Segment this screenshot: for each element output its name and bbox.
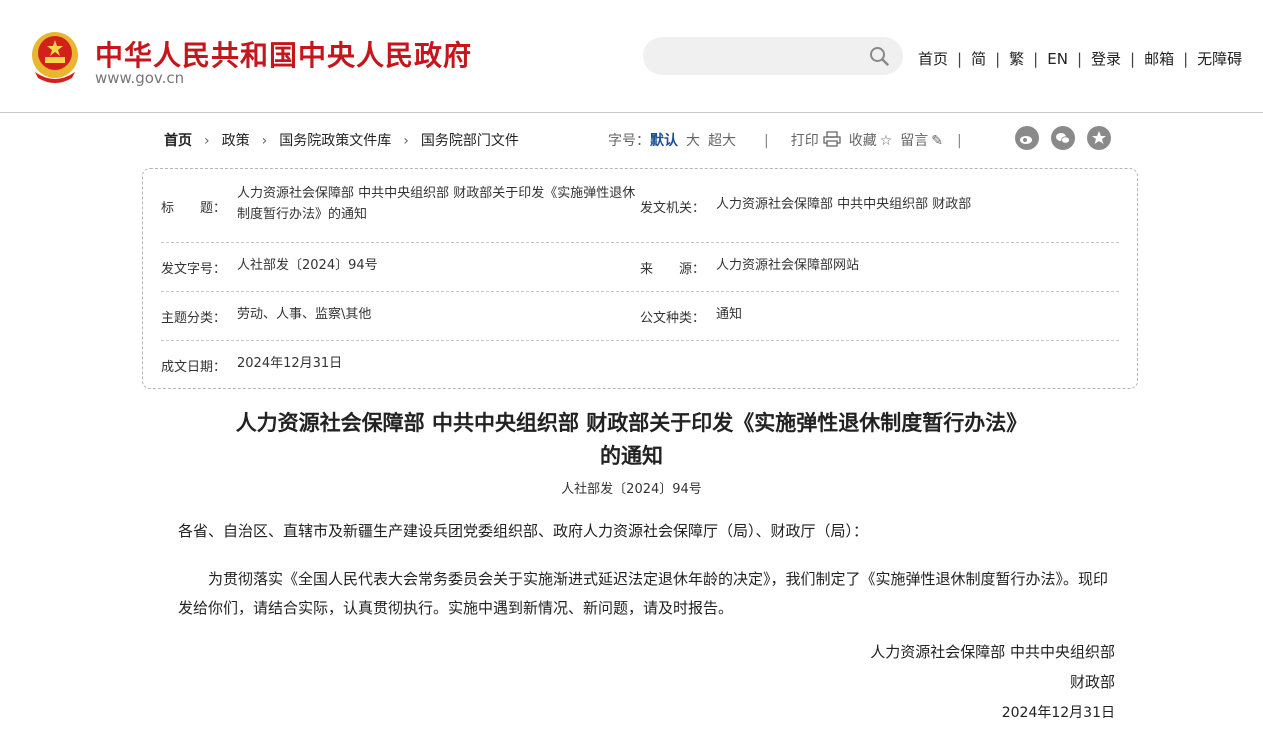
print-label: 打印 bbox=[790, 133, 819, 149]
document-addressee: 各省、自治区、直辖市及新疆生产建设兵团党委组织部、政府人力资源社会保障厅（局）、… bbox=[178, 522, 869, 540]
breadcrumb-toolbar: 首页 › 政策 › 国务院政策文件库 › 国务院部门文件 字号：默认大超大 | 打印 收藏 ☆ 留言 ✎… bbox=[164, 130, 1124, 152]
topic-value: 劳动、人事、监察\其他 bbox=[237, 307, 372, 322]
nav-separator: | bbox=[1033, 50, 1039, 68]
font-size-xlarge[interactable]: 超大 bbox=[708, 133, 736, 149]
topic-label: 主题分类： bbox=[161, 311, 227, 326]
nav-separator: | bbox=[1076, 50, 1082, 68]
nav-accessibility[interactable]: 无障碍 bbox=[1197, 50, 1242, 68]
site-header: 中华人民共和国中央人民政府 www.gov.cn 首页 | 简 | 繁 | EN | 登录 | 邮箱… bbox=[0, 0, 1263, 113]
date-label: 成文日期： bbox=[161, 360, 227, 375]
source-label: 来 源： bbox=[640, 262, 706, 277]
document-title: 人力资源社会保障部 中共中央组织部 财政部关于印发《实施弹性退休制度暂行办法》 … bbox=[0, 406, 1263, 472]
source-value: 人力资源社会保障部网站 bbox=[716, 258, 860, 273]
date-value: 2024年12月31日 bbox=[237, 356, 343, 371]
star-icon: ☆ bbox=[879, 133, 893, 149]
document-number: 人社部发〔2024〕94号 bbox=[561, 482, 702, 497]
search-box[interactable] bbox=[643, 37, 903, 75]
document-title-line1: 人力资源社会保障部 中共中央组织部 财政部关于印发《实施弹性退休制度暂行办法》 bbox=[235, 410, 1028, 435]
nav-separator: | bbox=[1130, 50, 1136, 68]
comment-button[interactable]: 留言 ✎ bbox=[900, 133, 943, 149]
pencil-icon: ✎ bbox=[931, 133, 944, 149]
info-row: 成文日期： 2024年12月31日 bbox=[161, 340, 1119, 388]
document-info-table: 标 题： 人力资源社会保障部 中共中央组织部 财政部关于印发《实施弹性退休制度暂… bbox=[142, 168, 1138, 389]
docno-label: 发文字号： bbox=[161, 262, 227, 277]
site-title[interactable]: 中华人民共和国中央人民政府 bbox=[95, 34, 472, 74]
nav-login[interactable]: 登录 bbox=[1091, 50, 1121, 68]
share-icons bbox=[1015, 126, 1123, 154]
type-label: 公文种类： bbox=[640, 311, 706, 326]
chevron-right-icon: › bbox=[261, 133, 268, 149]
breadcrumb-policy-library[interactable]: 国务院政策文件库 bbox=[279, 133, 391, 149]
nav-separator: | bbox=[995, 50, 1001, 68]
title-label: 标 题： bbox=[161, 201, 227, 216]
docno-value: 人社部发〔2024〕94号 bbox=[237, 258, 378, 273]
breadcrumb-policy[interactable]: 政策 bbox=[222, 133, 250, 149]
comment-label: 留言 bbox=[900, 133, 929, 149]
font-size-large[interactable]: 大 bbox=[686, 133, 700, 149]
star-share-icon[interactable] bbox=[1087, 126, 1111, 150]
font-size-default[interactable]: 默认 bbox=[650, 133, 678, 149]
document-title-line2: 的通知 bbox=[600, 443, 663, 468]
top-nav: 首页 | 简 | 繁 | EN | 登录 | 邮箱 | 无障碍 bbox=[918, 48, 1242, 69]
print-button[interactable]: 打印 bbox=[790, 131, 841, 149]
tool-separator: | bbox=[764, 133, 769, 149]
nav-separator: | bbox=[1183, 50, 1189, 68]
breadcrumb-home[interactable]: 首页 bbox=[164, 133, 192, 149]
info-row: 标 题： 人力资源社会保障部 中共中央组织部 财政部关于印发《实施弹性退休制度暂… bbox=[161, 169, 1119, 243]
nav-simplified[interactable]: 简 bbox=[971, 50, 986, 68]
nav-mail[interactable]: 邮箱 bbox=[1144, 50, 1174, 68]
font-size-label: 字号： bbox=[608, 133, 650, 149]
nav-home[interactable]: 首页 bbox=[918, 50, 948, 68]
info-row: 主题分类： 劳动、人事、监察\其他 公文种类： 通知 bbox=[161, 291, 1119, 341]
chevron-right-icon: › bbox=[403, 133, 409, 149]
favorite-button[interactable]: 收藏 ☆ bbox=[849, 133, 893, 149]
search-icon[interactable] bbox=[869, 46, 889, 66]
signature-date: 2024年12月31日 bbox=[1001, 705, 1115, 721]
nav-english[interactable]: EN bbox=[1047, 50, 1068, 68]
breadcrumb: 首页 › 政策 › 国务院政策文件库 › 国务院部门文件 bbox=[164, 130, 519, 150]
signature-line2: 财政部 bbox=[1069, 673, 1115, 691]
tool-separator: | bbox=[957, 133, 962, 149]
document-body: 为贯彻落实《全国人民代表大会常务委员会关于实施渐进式延迟法定退休年龄的决定》，我… bbox=[178, 570, 1109, 617]
signature-line1: 人力资源社会保障部 中共中央组织部 bbox=[870, 643, 1115, 661]
site-url[interactable]: www.gov.cn bbox=[95, 69, 184, 87]
info-row: 发文字号： 人社部发〔2024〕94号 来 源： 人力资源社会保障部网站 bbox=[161, 242, 1119, 292]
nav-traditional[interactable]: 繁 bbox=[1009, 50, 1024, 68]
title-value: 人力资源社会保障部 中共中央组织部 财政部关于印发《实施弹性退休制度暂行办法》的… bbox=[237, 186, 636, 222]
issuer-value: 人力资源社会保障部 中共中央组织部 财政部 bbox=[716, 197, 972, 212]
printer-icon bbox=[823, 131, 841, 147]
nav-separator: | bbox=[957, 50, 963, 68]
favorite-label: 收藏 bbox=[848, 133, 877, 149]
chevron-right-icon: › bbox=[204, 133, 210, 149]
wechat-icon[interactable] bbox=[1051, 126, 1075, 150]
article-tools: 字号：默认大超大 | 打印 收藏 ☆ 留言 ✎ | bbox=[608, 130, 962, 150]
type-value: 通知 bbox=[716, 307, 743, 322]
breadcrumb-department-docs[interactable]: 国务院部门文件 bbox=[421, 133, 519, 149]
issuer-label: 发文机关： bbox=[640, 201, 706, 216]
national-emblem-icon[interactable] bbox=[30, 30, 80, 84]
weibo-icon[interactable] bbox=[1015, 126, 1039, 150]
